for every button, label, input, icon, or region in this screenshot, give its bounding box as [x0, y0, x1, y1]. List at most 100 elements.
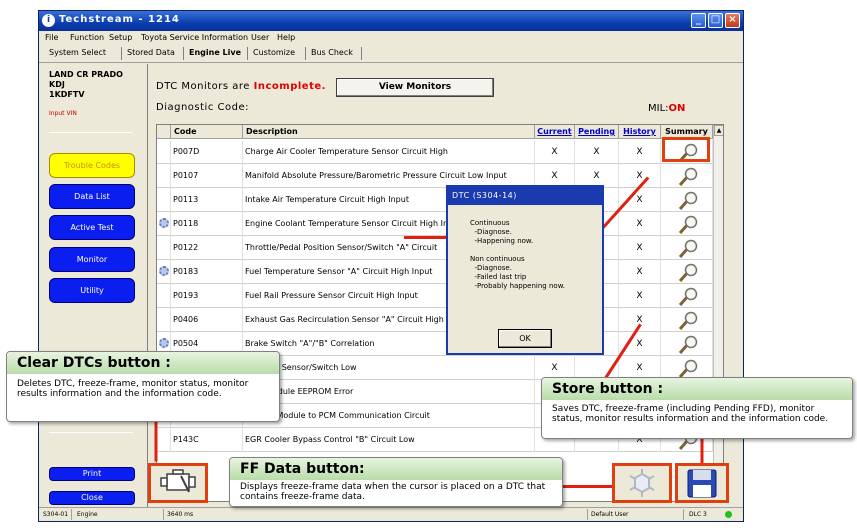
tab-divider	[183, 47, 184, 60]
mil-status: MIL:ON	[648, 103, 685, 114]
summary-cell[interactable]	[661, 212, 713, 236]
magnifier-icon[interactable]	[677, 167, 699, 187]
diagnostic-code-label: Diagnostic Code:	[156, 102, 249, 113]
tab-system-select[interactable]: System Select	[49, 48, 106, 57]
maximize-button[interactable]: □	[708, 13, 723, 28]
scroll-up-icon[interactable]: ▲	[714, 125, 723, 136]
dtc-monitors-label: DTC Monitors are	[156, 81, 250, 92]
status-divider	[683, 509, 684, 520]
status-time: 3640 ms	[167, 511, 194, 518]
main-panel: DTC Monitors are Incomplete. View Monito…	[147, 64, 743, 507]
column-header-code[interactable]: Code	[171, 125, 243, 139]
freeze-frame-gear-icon	[159, 338, 169, 348]
table-row[interactable]: P0193 Fuel Rail Pressure Sensor Circuit H…	[157, 284, 713, 308]
tab-engine-live[interactable]: Engine Live	[189, 48, 241, 57]
dialog-title[interactable]: DTC (S304-14)	[448, 187, 602, 205]
table-row[interactable]: P0107 Manifold Absolute Pressure/Barometr…	[157, 164, 713, 188]
summary-cell[interactable]	[661, 332, 713, 356]
menu-file[interactable]: File	[45, 33, 58, 42]
utility-button[interactable]: Utility	[49, 278, 135, 303]
summary-cell[interactable]	[661, 164, 713, 188]
menu-setup[interactable]: Setup	[109, 33, 132, 42]
techstream-window: i Techstream - 1214 _ □ × File Function …	[38, 10, 744, 522]
vertical-scrollbar[interactable]: ▲	[713, 125, 723, 501]
column-header-current[interactable]: Current	[535, 125, 575, 139]
status-divider	[587, 509, 588, 520]
history-cell: X	[619, 260, 661, 284]
vehicle-code: KDJ	[49, 80, 65, 89]
tab-divider	[305, 47, 306, 60]
magnifier-icon[interactable]	[677, 239, 699, 259]
summary-cell[interactable]	[661, 188, 713, 212]
clear-dtcs-button[interactable]	[148, 463, 208, 503]
callout-title: FF Data button:	[230, 458, 562, 480]
pending-cell: X	[575, 140, 619, 164]
table-row[interactable]: P0118 Engine Coolant Temperature Sensor C…	[157, 212, 713, 236]
dialog-ok-button[interactable]: OK	[498, 329, 552, 348]
ff-data-callout: FF Data button: Displays freeze-frame da…	[229, 457, 563, 507]
dtc-monitor-status: DTC Monitors are Incomplete.	[156, 81, 326, 92]
clear-dtcs-callout: Clear DTCs button : Deletes DTC, freeze-…	[6, 351, 280, 422]
column-header-history[interactable]: History	[619, 125, 661, 139]
connection-indicator-icon	[725, 511, 732, 518]
divider	[49, 432, 133, 433]
ff-indicator-cell	[157, 164, 171, 188]
menu-help[interactable]: Help	[277, 33, 295, 42]
callout-text: Displays freeze-frame data when the curs…	[240, 482, 546, 502]
menu-function[interactable]: Function	[70, 33, 104, 42]
summary-cell[interactable]	[661, 236, 713, 260]
tab-bus-check[interactable]: Bus Check	[311, 48, 353, 57]
close-button[interactable]: Close	[49, 491, 135, 505]
summary-cell[interactable]	[661, 308, 713, 332]
ff-data-button[interactable]	[612, 463, 672, 503]
dtc-info-dialog: DTC (S304-14) Continuous -Diagnose. -Hap…	[446, 185, 604, 355]
magnifier-icon[interactable]	[677, 287, 699, 307]
magnifier-icon[interactable]	[677, 191, 699, 211]
magnifier-icon[interactable]	[677, 311, 699, 331]
menu-toyota-service-information[interactable]: Toyota Service Information	[141, 33, 248, 42]
magnifier-icon[interactable]	[677, 359, 699, 379]
magnifier-icon[interactable]	[677, 263, 699, 283]
table-row[interactable]: P0406 Exhaust Gas Recirculation Sensor "A…	[157, 308, 713, 332]
summary-cell[interactable]	[661, 284, 713, 308]
status-divider	[71, 509, 72, 520]
status-code: S304-01	[43, 511, 69, 518]
magnifier-icon[interactable]	[677, 335, 699, 355]
table-row[interactable]: P0122 Throttle/Pedal Position Sensor/Swit…	[157, 236, 713, 260]
engine-icon	[160, 469, 196, 493]
status-divider	[163, 509, 164, 520]
close-window-button[interactable]: ×	[725, 13, 740, 28]
table-row[interactable]: P007D Charge Air Cooler Temperature Senso…	[157, 140, 713, 164]
tab-stored-data[interactable]: Stored Data	[127, 48, 175, 57]
view-monitors-button[interactable]: View Monitors	[336, 78, 494, 97]
summary-cell[interactable]	[661, 260, 713, 284]
minimize-button[interactable]: _	[691, 13, 706, 28]
description-cell: EGR Cooler Bypass Control "B" Circuit Lo…	[243, 428, 535, 452]
data-list-button[interactable]: Data List	[49, 184, 135, 209]
column-header-pending[interactable]: Pending	[575, 125, 619, 139]
magnifier-icon[interactable]	[677, 215, 699, 235]
status-system: Engine	[77, 511, 98, 518]
input-vin-link[interactable]: Input VIN	[49, 110, 77, 117]
title-bar[interactable]: i Techstream - 1214 _ □ ×	[39, 11, 743, 31]
column-header-description[interactable]: Description	[243, 125, 535, 139]
monitor-button[interactable]: Monitor	[49, 247, 135, 272]
store-button[interactable]	[675, 463, 729, 503]
store-callout: Store button : Saves DTC, freeze-frame (…	[541, 377, 853, 439]
status-bar: S304-01 Engine 3640 ms Default User DLC …	[39, 507, 743, 521]
mil-value: ON	[668, 103, 686, 114]
active-test-button[interactable]: Active Test	[49, 215, 135, 240]
code-cell: P0122	[171, 236, 243, 260]
code-cell: P0107	[171, 164, 243, 188]
tab-customize[interactable]: Customize	[253, 48, 295, 57]
ff-indicator-cell	[157, 236, 171, 260]
ff-indicator-cell	[157, 260, 171, 284]
dialog-body: Continuous -Diagnose. -Happening now. No…	[470, 219, 566, 290]
trouble-codes-button[interactable]: Trouble Codes	[49, 153, 135, 178]
freeze-frame-gear-icon	[159, 218, 169, 228]
menu-user[interactable]: User	[251, 33, 269, 42]
history-cell: X	[619, 140, 661, 164]
print-button[interactable]: Print	[49, 467, 135, 481]
description-cell: Charge Air Cooler Temperature Sensor Cir…	[243, 140, 535, 164]
table-row[interactable]: P0183 Fuel Temperature Sensor "A" Circuit…	[157, 260, 713, 284]
